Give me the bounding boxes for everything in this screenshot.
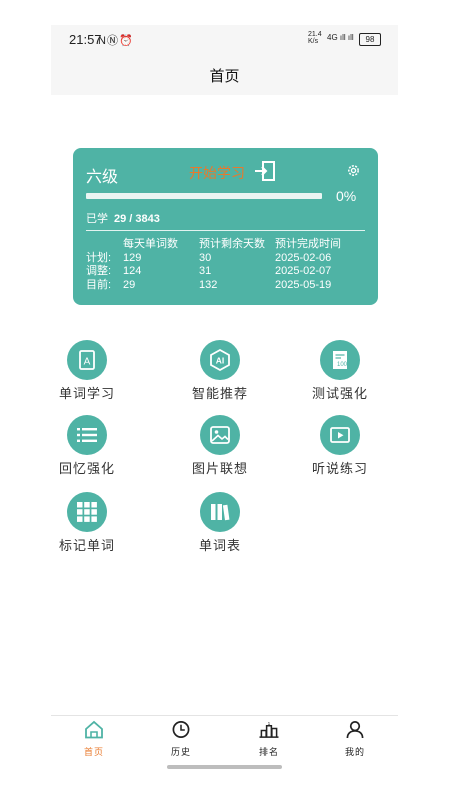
progress-bar bbox=[86, 193, 322, 199]
video-play-icon bbox=[320, 415, 360, 455]
network-speed-value: 21.4 bbox=[308, 31, 322, 38]
table-cell: 132 bbox=[199, 278, 218, 291]
feature-listen-speak[interactable]: 听说练习 bbox=[290, 415, 390, 477]
home-icon bbox=[85, 720, 103, 739]
table-cell: 129 bbox=[123, 251, 142, 264]
feature-label: 单词学习 bbox=[58, 386, 115, 401]
study-progress-card: 六级 开始学习 0% 已学 29 / 3843 每天单词数 预计剩余天数 预计完… bbox=[73, 148, 378, 305]
feature-label: 图片联想 bbox=[191, 461, 248, 476]
tab-mine[interactable]: 我的 bbox=[325, 720, 385, 758]
tab-ranking[interactable]: 1 排名 bbox=[239, 720, 299, 758]
grid-icon bbox=[67, 492, 107, 532]
table-cell: 30 bbox=[199, 251, 212, 264]
table-cell: 124 bbox=[123, 265, 142, 277]
network-speed: 21.4 K/s bbox=[308, 31, 322, 45]
battery-icon: 98 bbox=[359, 33, 381, 46]
tab-history[interactable]: 历史 bbox=[151, 720, 211, 758]
home-indicator[interactable] bbox=[167, 765, 282, 769]
tab-label: 首页 bbox=[83, 747, 104, 757]
tab-home[interactable]: 首页 bbox=[64, 720, 124, 758]
books-icon bbox=[200, 492, 240, 532]
feature-label: 听说练习 bbox=[311, 461, 368, 476]
app-screen: 21:57 NⓃ⏰ 21.4 K/s 4G ıll ıll 98 首页 六级 开… bbox=[51, 25, 398, 772]
feature-label: 智能推荐 bbox=[191, 386, 248, 401]
feature-label: 测试强化 bbox=[311, 386, 368, 401]
learned-value: 29 / 3843 bbox=[114, 213, 160, 225]
table-cell: 调整: bbox=[86, 265, 112, 277]
learned-count: 已学 29 / 3843 bbox=[86, 210, 160, 226]
table-header-cell: 预计完成时间 bbox=[275, 238, 341, 250]
gear-icon[interactable] bbox=[346, 163, 361, 183]
feature-mark-words[interactable]: 标记单词 bbox=[37, 492, 137, 554]
svg-text:A: A bbox=[84, 357, 91, 368]
tab-label: 我的 bbox=[344, 747, 365, 757]
network-speed-unit: K/s bbox=[308, 38, 319, 45]
ranking-icon: 1 bbox=[259, 721, 279, 738]
svg-text:AI: AI bbox=[216, 356, 225, 366]
feature-label: 回忆强化 bbox=[58, 461, 115, 476]
feature-picture-association[interactable]: 图片联想 bbox=[170, 415, 270, 477]
feature-word-study[interactable]: A 单词学习 bbox=[37, 340, 137, 402]
table-cell: 31 bbox=[199, 265, 212, 277]
feature-label: 单词表 bbox=[198, 538, 241, 553]
start-learning-button[interactable]: 开始学习 bbox=[189, 163, 245, 183]
level-label: 六级 bbox=[86, 169, 119, 186]
title-bar: 首页 bbox=[51, 53, 398, 95]
clock-icon bbox=[172, 721, 190, 738]
list-icon bbox=[67, 415, 107, 455]
table-cell: 2025-05-19 bbox=[275, 278, 332, 291]
status-bar: 21:57 NⓃ⏰ 21.4 K/s 4G ıll ıll 98 bbox=[51, 25, 398, 53]
person-icon bbox=[346, 721, 364, 739]
status-notification-icons: NⓃ⏰ bbox=[98, 35, 134, 47]
table-cell: 计划: bbox=[86, 251, 112, 264]
feature-word-list[interactable]: 单词表 bbox=[170, 492, 270, 554]
table-cell: 2025-02-07 bbox=[275, 265, 332, 277]
table-header-cell: 每天单词数 bbox=[123, 238, 178, 250]
letter-a-book-icon: A bbox=[67, 340, 107, 380]
feature-smart-recommend[interactable]: AI 智能推荐 bbox=[170, 340, 270, 402]
enter-door-icon[interactable] bbox=[254, 160, 276, 187]
signal-icon: 4G ıll ıll bbox=[327, 33, 354, 42]
tab-label: 排名 bbox=[258, 747, 279, 757]
table-cell: 2025-02-06 bbox=[275, 251, 332, 264]
ai-badge-icon: AI bbox=[200, 340, 240, 380]
image-icon bbox=[200, 415, 240, 455]
svg-text:100: 100 bbox=[337, 362, 348, 368]
table-cell: 29 bbox=[123, 278, 136, 291]
feature-test-reinforce[interactable]: 100 测试强化 bbox=[290, 340, 390, 402]
svg-text:1: 1 bbox=[268, 721, 271, 727]
bottom-tab-bar: 首页 历史 1 排名 我的 bbox=[51, 715, 398, 758]
table-header-cell: 预计剩余天数 bbox=[199, 238, 265, 250]
card-divider bbox=[86, 230, 365, 231]
feature-label: 标记单词 bbox=[58, 538, 115, 553]
progress-percent: 0% bbox=[336, 188, 357, 204]
page-title: 首页 bbox=[209, 68, 240, 85]
table-cell: 目前: bbox=[86, 278, 112, 291]
learned-label: 已学 bbox=[86, 213, 108, 225]
feature-recall-reinforce[interactable]: 回忆强化 bbox=[37, 415, 137, 477]
status-time: 21:57 bbox=[69, 32, 102, 47]
test-paper-icon: 100 bbox=[320, 340, 360, 380]
tab-label: 历史 bbox=[170, 747, 191, 757]
